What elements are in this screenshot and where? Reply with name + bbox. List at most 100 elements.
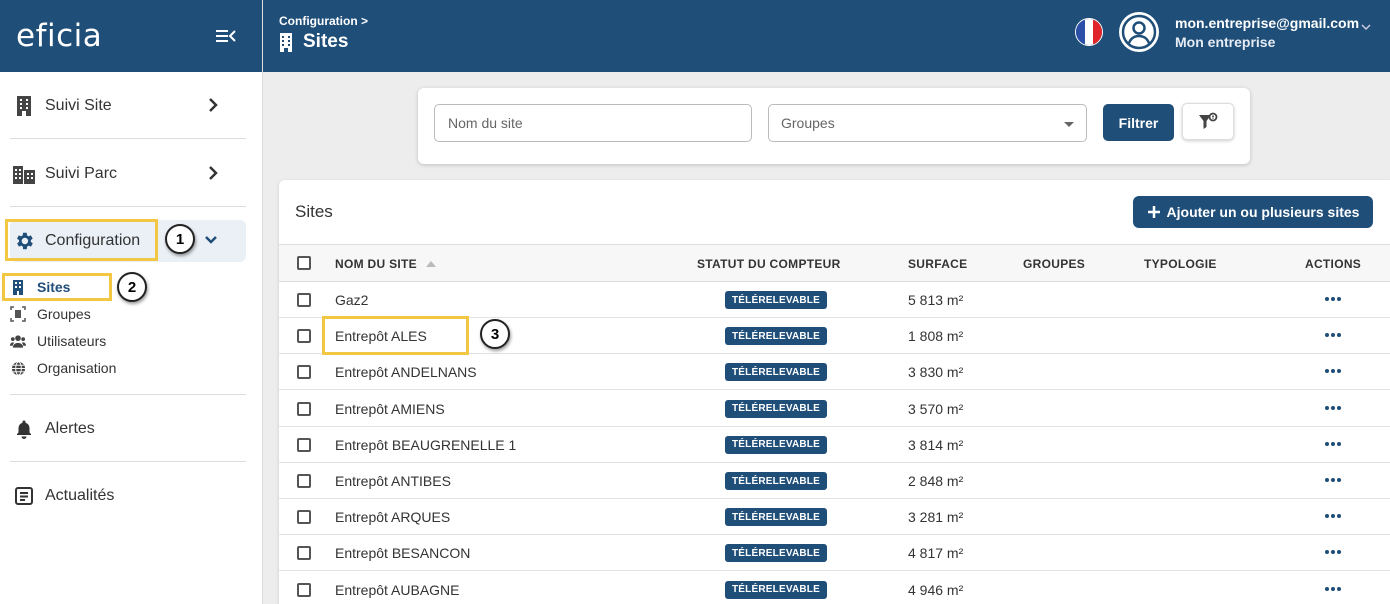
table-row[interactable]: Entrepôt ARQUES TÉLÉRELEVABLE 3 281 m² — [279, 499, 1390, 536]
more-actions-icon[interactable] — [1325, 405, 1341, 410]
sidebar-subitem-organisation[interactable]: Organisation — [10, 356, 116, 380]
chevron-down-icon[interactable] — [1361, 24, 1371, 31]
column-header-site-name[interactable]: NOM DU SITE — [335, 257, 437, 271]
site-name-cell[interactable]: Entrepôt BEAUGRENELLE 1 — [335, 437, 516, 453]
more-actions-icon[interactable] — [1325, 586, 1341, 591]
select-all-checkbox[interactable] — [297, 256, 311, 270]
sidebar-subitem-label: Groupes — [37, 306, 91, 322]
callout-badge-2: 2 — [117, 272, 147, 302]
row-checkbox[interactable] — [297, 365, 311, 380]
sidebar-subitem-utilisateurs[interactable]: Utilisateurs — [10, 329, 106, 353]
sidebar: eficia Suivi Site Suivi Parc Configurati… — [0, 0, 263, 604]
table-row[interactable]: Entrepôt ANTIBES TÉLÉRELEVABLE 2 848 m² — [279, 463, 1390, 499]
divider — [10, 394, 246, 395]
row-checkbox[interactable] — [297, 401, 311, 416]
site-name-cell[interactable]: Entrepôt ARQUES — [335, 509, 450, 525]
groups-select[interactable]: Groupes — [768, 104, 1087, 142]
flag-fr-icon[interactable] — [1075, 18, 1103, 46]
top-header: Configuration > Sites mon.entreprise@gma… — [263, 0, 1390, 72]
logo-bar: eficia — [0, 0, 262, 72]
eficia-logo[interactable]: eficia — [16, 18, 102, 54]
row-checkbox[interactable] — [297, 329, 311, 344]
site-name-cell[interactable]: Entrepôt BESANCON — [335, 545, 470, 561]
table-row[interactable]: Entrepôt ANDELNANS TÉLÉRELEVABLE 3 830 m² — [279, 354, 1390, 391]
site-name-cell[interactable]: Entrepôt AUBAGNE — [335, 582, 460, 598]
user-organization[interactable]: Mon entreprise — [1175, 34, 1275, 50]
table-row[interactable]: Entrepôt AMIENS TÉLÉRELEVABLE 3 570 m² — [279, 391, 1390, 427]
row-checkbox[interactable] — [297, 546, 311, 561]
building-icon — [280, 32, 292, 52]
callout-badge-3: 3 — [480, 319, 510, 349]
sidebar-item-alertes[interactable]: Alertes — [10, 408, 246, 450]
sidebar-subitem-label: Organisation — [37, 360, 117, 376]
menu-collapse-icon[interactable] — [216, 28, 236, 44]
status-badge: TÉLÉRELEVABLE — [725, 508, 827, 527]
row-checkbox[interactable] — [297, 437, 311, 452]
buildings-icon — [12, 162, 36, 186]
status-badge: TÉLÉRELEVABLE — [725, 291, 827, 309]
more-actions-icon[interactable] — [1325, 441, 1341, 446]
surface-cell: 3 830 m² — [908, 364, 964, 381]
table-row[interactable]: Entrepôt AUBAGNE TÉLÉRELEVABLE 4 946 m² — [279, 572, 1390, 604]
caret-down-icon — [1064, 122, 1074, 127]
more-actions-icon[interactable] — [1325, 369, 1341, 374]
filter-reset-icon — [1199, 112, 1218, 129]
surface-cell: 2 848 m² — [908, 473, 964, 489]
add-sites-label: Ajouter un ou plusieurs sites — [1166, 204, 1360, 220]
user-avatar-icon[interactable] — [1119, 12, 1159, 52]
site-name-input[interactable] — [434, 104, 752, 142]
groups-select-placeholder: Groupes — [781, 115, 835, 131]
row-checkbox[interactable] — [297, 510, 311, 525]
sidebar-subitem-groupes[interactable]: Groupes — [10, 302, 91, 326]
users-icon — [10, 333, 26, 349]
user-email[interactable]: mon.entreprise@gmail.com — [1175, 15, 1359, 31]
breadcrumb[interactable]: Configuration > — [279, 14, 368, 28]
sidebar-subitem-label: Utilisateurs — [37, 333, 107, 349]
divider — [10, 461, 246, 462]
sidebar-item-suivi-parc[interactable]: Suivi Parc — [10, 153, 246, 195]
site-name-cell[interactable]: Entrepôt ANTIBES — [335, 473, 451, 489]
site-name-cell[interactable]: Entrepôt AMIENS — [335, 401, 445, 417]
status-badge: TÉLÉRELEVABLE — [725, 363, 827, 382]
highlight-box-sites — [2, 273, 112, 301]
surface-cell: 3 281 m² — [908, 509, 964, 526]
row-checkbox[interactable] — [297, 582, 311, 597]
status-badge: TÉLÉRELEVABLE — [725, 544, 827, 563]
status-badge: TÉLÉRELEVABLE — [725, 327, 827, 346]
site-name-cell[interactable]: Gaz2 — [335, 292, 368, 308]
more-actions-icon[interactable] — [1325, 297, 1341, 301]
table-row[interactable]: Entrepôt BESANCON TÉLÉRELEVABLE 4 817 m² — [279, 535, 1390, 572]
more-actions-icon[interactable] — [1325, 550, 1341, 555]
chevron-right-icon — [209, 166, 218, 180]
table-row[interactable]: Gaz2 TÉLÉRELEVABLE 5 813 m² — [279, 282, 1390, 318]
sidebar-item-suivi-site[interactable]: Suivi Site — [10, 85, 246, 127]
table-row[interactable]: Entrepôt BEAUGRENELLE 1 TÉLÉRELEVABLE 3 81… — [279, 427, 1390, 463]
building-icon — [12, 94, 36, 118]
status-badge: TÉLÉRELEVABLE — [725, 435, 827, 454]
row-checkbox[interactable] — [297, 293, 311, 307]
callout-badge-1: 1 — [165, 224, 195, 254]
plus-icon — [1147, 206, 1160, 218]
sidebar-item-label: Suivi Site — [45, 97, 112, 114]
site-name-cell[interactable]: Entrepôt ANDELNANS — [335, 364, 477, 380]
status-badge: TÉLÉRELEVABLE — [725, 580, 827, 599]
surface-cell: 3 814 m² — [908, 436, 964, 453]
chevron-right-icon — [209, 98, 218, 112]
globe-icon — [10, 360, 26, 376]
reset-filter-button[interactable] — [1182, 103, 1234, 140]
surface-cell: 3 570 m² — [908, 400, 964, 417]
column-header-typology: TYPOLOGIE — [1144, 257, 1217, 271]
news-icon — [12, 484, 36, 508]
more-actions-icon[interactable] — [1325, 478, 1341, 482]
filter-button[interactable]: Filtrer — [1103, 104, 1174, 141]
surface-cell: 4 817 m² — [908, 545, 964, 562]
surface-cell: 5 813 m² — [908, 292, 964, 308]
filter-bar: Groupes Filtrer — [418, 88, 1250, 164]
row-checkbox[interactable] — [297, 474, 311, 488]
sidebar-item-actualites[interactable]: Actualités — [10, 475, 246, 517]
more-actions-icon[interactable] — [1325, 333, 1341, 338]
divider — [10, 206, 246, 207]
add-sites-button[interactable]: Ajouter un ou plusieurs sites — [1133, 196, 1373, 228]
surface-cell: 1 808 m² — [908, 328, 964, 345]
more-actions-icon[interactable] — [1325, 514, 1341, 519]
